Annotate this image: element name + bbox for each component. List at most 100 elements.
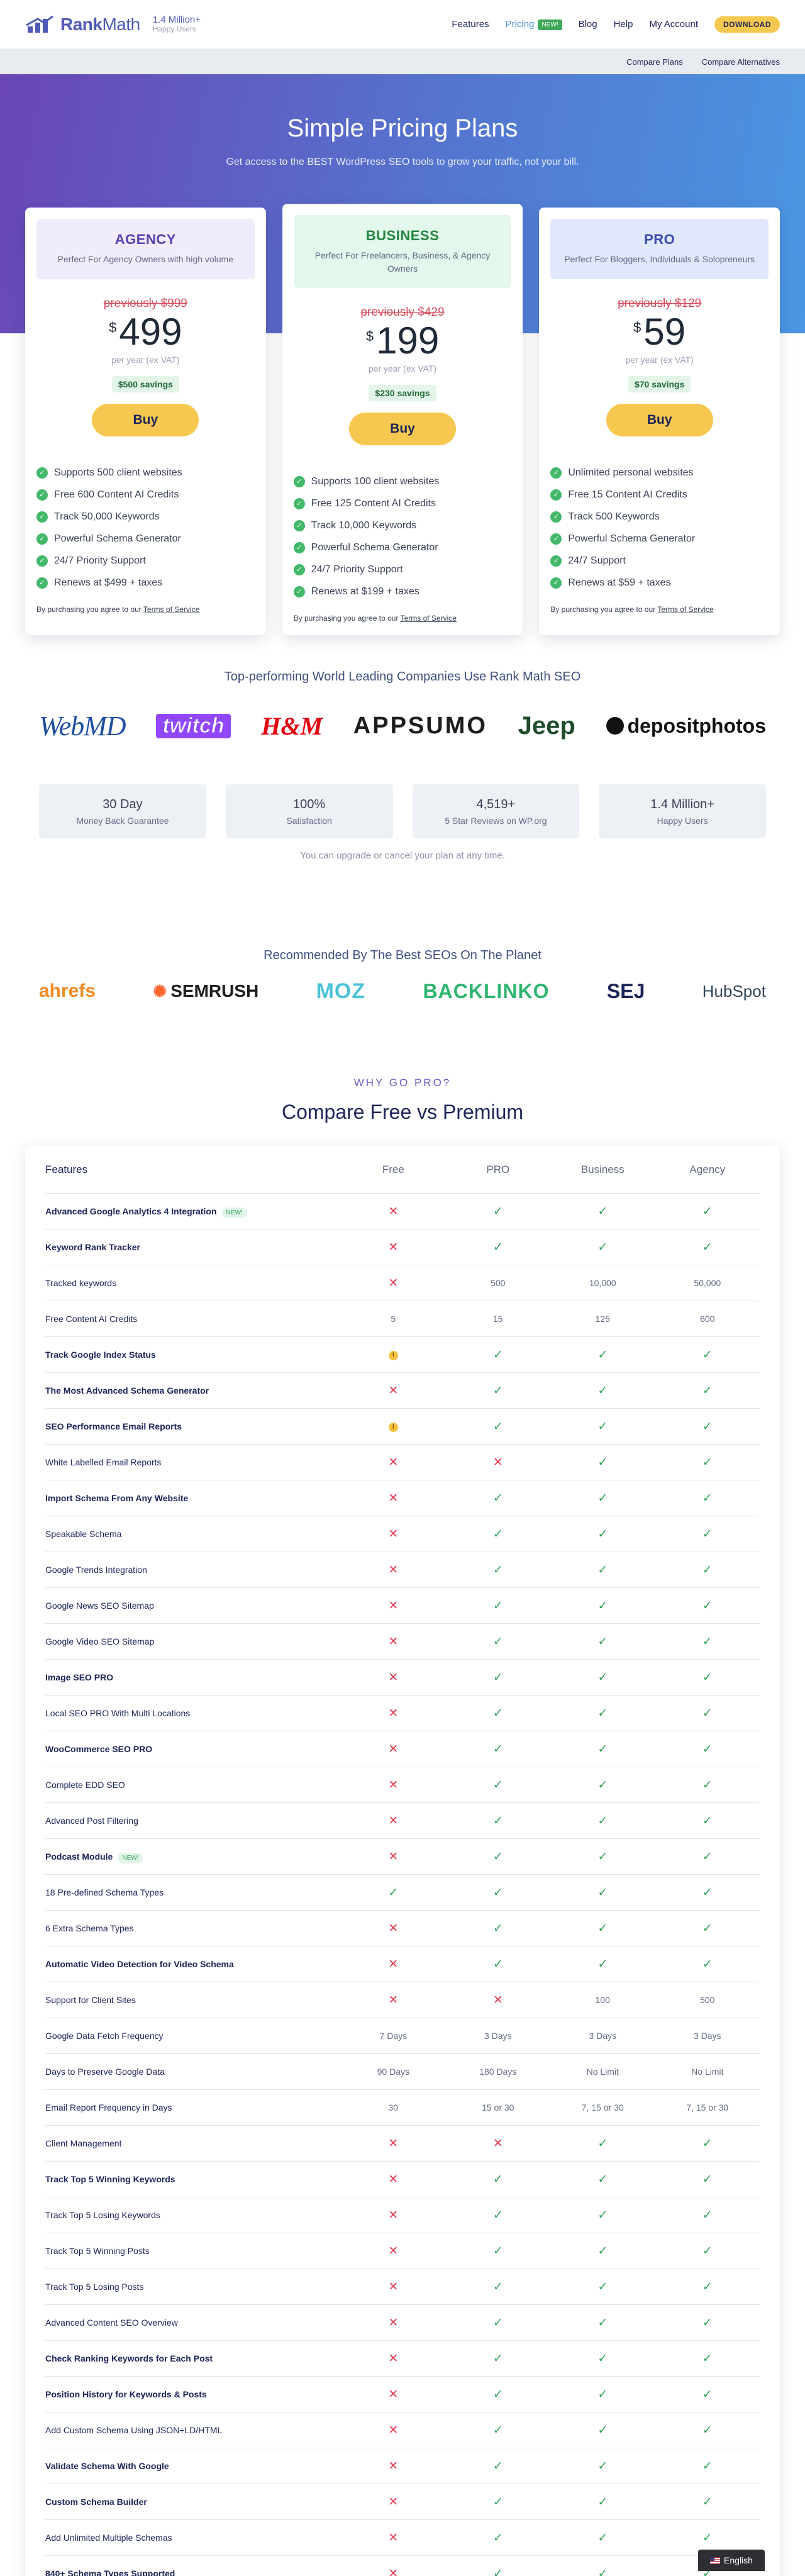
appsumo-logo: APPSUMO xyxy=(353,712,487,739)
check-icon: ✓ xyxy=(597,2136,608,2150)
feature-name: Advanced Post Filtering xyxy=(45,1816,138,1826)
plan-feature: ✓ Renews at $499 + taxes xyxy=(36,572,255,594)
download-button[interactable]: DOWNLOAD xyxy=(714,16,780,33)
check-icon: ✓ xyxy=(492,1742,503,1756)
check-icon: ✓ xyxy=(293,541,305,553)
new-tag: NEW! xyxy=(118,1853,143,1863)
cross-icon: ✕ xyxy=(388,1563,399,1577)
feature-name: Track Google Index Status xyxy=(45,1350,156,1360)
language-switcher[interactable]: English xyxy=(698,2550,765,2571)
new-badge: NEW! xyxy=(538,19,562,30)
check-icon: ✓ xyxy=(597,1635,608,1648)
nav-pricing[interactable]: Pricing NEW! xyxy=(506,19,562,30)
compare-alternatives-link[interactable]: Compare Alternatives xyxy=(702,57,780,67)
cross-icon: ✕ xyxy=(492,1455,503,1469)
cell-value: 15 or 30 xyxy=(482,2102,514,2112)
feature-name: Add Custom Schema Using JSON+LD/HTML xyxy=(45,2425,223,2435)
plan-feature: ✓ Powerful Schema Generator xyxy=(36,528,255,550)
check-icon: ✓ xyxy=(702,1348,713,1362)
table-row: Client Management ✕ ✕ ✓ ✓ xyxy=(45,2126,760,2162)
check-icon: ✓ xyxy=(702,1921,713,1935)
terms-link[interactable]: Terms of Service xyxy=(657,605,713,614)
plan-feature: ✓ Renews at $199 + taxes xyxy=(293,580,512,602)
rankmath-logo-icon xyxy=(26,15,53,33)
check-icon: ✓ xyxy=(702,1885,713,1899)
cross-icon: ✕ xyxy=(388,2172,399,2186)
cross-icon: ✕ xyxy=(388,1742,399,1756)
billing-period: per year (ex VAT) xyxy=(625,355,694,365)
check-icon: ✓ xyxy=(702,2244,713,2258)
buy-button[interactable]: Buy xyxy=(606,404,713,436)
check-icon: ✓ xyxy=(550,489,562,501)
table-row: Add Unlimited Multiple Schemas ✕ ✓ ✓ ✓ xyxy=(45,2520,760,2556)
cross-icon: ✕ xyxy=(388,1240,399,1254)
cell-value: No Limit xyxy=(586,2067,619,2077)
check-icon: ✓ xyxy=(550,467,562,479)
check-icon: ✓ xyxy=(702,1742,713,1756)
plan-features: ✓ Supports 500 client websites ✓ Free 600 C… xyxy=(36,462,255,594)
cell-value: 3 Days xyxy=(589,2031,617,2041)
cross-icon: ✕ xyxy=(388,1778,399,1792)
pricing-cards: AGENCY Perfect For Agency Owners with hi… xyxy=(25,204,780,635)
compare-title: Compare Free vs Premium xyxy=(281,1101,524,1123)
warning-icon: ! xyxy=(388,1351,398,1360)
plan-feature: ✓ Free 125 Content AI Credits xyxy=(293,492,512,514)
table-row: Keyword Rank Tracker ✕ ✓ ✓ ✓ xyxy=(45,1230,760,1265)
cross-icon: ✕ xyxy=(388,2136,399,2150)
check-icon: ✓ xyxy=(597,2208,608,2222)
check-icon: ✓ xyxy=(597,1706,608,1720)
check-icon: ✓ xyxy=(597,1885,608,1899)
feature-name: Advanced Google Analytics 4 Integration N… xyxy=(45,1206,341,1218)
table-row: 840+ Schema Types Supported ✕ ✓ ✓ ✓ xyxy=(45,2556,760,2576)
cross-icon: ✕ xyxy=(388,2459,399,2473)
check-icon: ✓ xyxy=(702,1384,713,1397)
check-icon: ✓ xyxy=(702,1455,713,1469)
check-icon: ✓ xyxy=(36,511,48,523)
check-icon: ✓ xyxy=(597,2495,608,2509)
cell-value: 600 xyxy=(700,1314,715,1324)
plan-feature: ✓ Track 10,000 Keywords xyxy=(293,514,512,536)
table-row: Podcast Module NEW! ✕ ✓ ✓ ✓ xyxy=(45,1839,760,1875)
buy-button[interactable]: Buy xyxy=(92,404,199,436)
table-row: 6 Extra Schema Types ✕ ✓ ✓ ✓ xyxy=(45,1911,760,1946)
cell-value: 500 xyxy=(491,1278,506,1288)
check-icon: ✓ xyxy=(597,1670,608,1684)
check-icon: ✓ xyxy=(293,519,305,531)
cross-icon: ✕ xyxy=(388,1491,399,1505)
rankmath-logo[interactable]: RankMath 1.4 Million+ Happy Users xyxy=(25,14,201,35)
terms-link[interactable]: Terms of Service xyxy=(143,605,199,614)
terms-link[interactable]: Terms of Service xyxy=(401,614,457,623)
feature-name: Advanced Content SEO Overview xyxy=(45,2318,178,2328)
cross-icon: ✕ xyxy=(388,1276,399,1290)
table-row: Email Report Frequency in Days 30 15 or 30… xyxy=(45,2090,760,2126)
plan-features: ✓ Unlimited personal websites ✓ Free 15 Con… xyxy=(550,462,769,594)
cross-icon: ✕ xyxy=(388,1850,399,1863)
feature-name: Google Trends Integration xyxy=(45,1565,147,1575)
nav-features[interactable]: Features xyxy=(452,19,489,30)
stat-reviews[interactable]: 4,519+ 5 Star Reviews on WP.org xyxy=(412,784,580,838)
check-icon: ✓ xyxy=(492,1563,503,1577)
hm-logo: H&M xyxy=(261,711,323,740)
check-icon: ✓ xyxy=(702,1778,713,1792)
check-icon: ✓ xyxy=(492,2567,503,2576)
compare-plans-link[interactable]: Compare Plans xyxy=(626,57,683,67)
check-icon: ✓ xyxy=(492,2531,503,2545)
nav-blog[interactable]: Blog xyxy=(579,19,597,30)
nav-my-account[interactable]: My Account xyxy=(649,19,698,30)
ahrefs-logo: ahrefs xyxy=(39,980,96,1001)
check-icon: ✓ xyxy=(702,1419,713,1433)
check-icon: ✓ xyxy=(702,2280,713,2294)
new-tag: NEW! xyxy=(221,1208,247,1218)
check-icon: ✓ xyxy=(597,2316,608,2329)
cross-icon: ✕ xyxy=(388,1455,399,1469)
buy-button[interactable]: Buy xyxy=(349,413,456,445)
nav-help[interactable]: Help xyxy=(614,19,633,30)
check-icon: ✓ xyxy=(597,1814,608,1828)
plan-feature: ✓ Free 600 Content AI Credits xyxy=(36,484,255,506)
plan-feature: ✓ Free 15 Content AI Credits xyxy=(550,484,769,506)
check-icon: ✓ xyxy=(492,1384,503,1397)
check-icon: ✓ xyxy=(597,1419,608,1433)
col-business: Business xyxy=(580,1163,625,1175)
check-icon: ✓ xyxy=(597,2423,608,2437)
jeep-logo: Jeep xyxy=(518,711,575,740)
